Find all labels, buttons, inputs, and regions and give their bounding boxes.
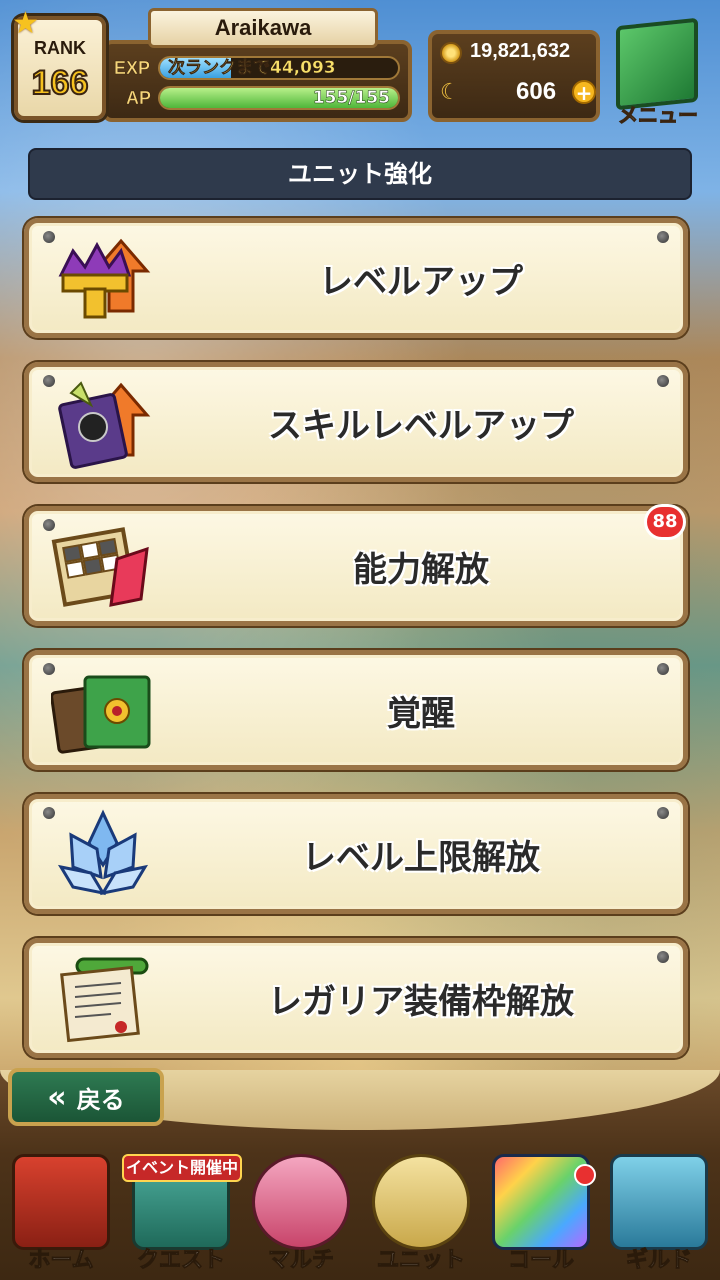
awakening-button[interactable]: 覚醒 [24, 650, 688, 770]
regalia-slot-unlock-button[interactable]: レガリア装備枠解放 [24, 938, 688, 1058]
menu-label: メニュー [618, 103, 699, 128]
home-icon [12, 1154, 110, 1250]
add-gems-plus-icon[interactable]: + [572, 80, 596, 104]
ap-text: 155/155 [312, 88, 391, 108]
awakening-book-icon [51, 675, 151, 754]
ability-unlock-button[interactable]: 能力解放 [24, 506, 688, 626]
ap-bar: 155/155 [158, 86, 400, 110]
nav-unit[interactable]: ユニット [362, 1140, 480, 1280]
nav-guild[interactable]: ギルド [600, 1140, 718, 1280]
double-chevron-left-icon: « [47, 1079, 67, 1115]
player-name: Araikawa [148, 8, 378, 48]
exp-text: 次ランクまで44,093 [168, 58, 336, 78]
page-title: ユニット強化 [28, 148, 692, 200]
back-button[interactable]: « 戻る [8, 1068, 164, 1126]
coin-icon [440, 42, 462, 64]
nav-multi-label: マルチ [267, 1248, 334, 1274]
status-header: ★ RANK 166 Araikawa EXP 次ランクまで44,093 AP … [0, 0, 720, 140]
level-cap-unlock-label: レベル上限解放 [302, 837, 540, 878]
skill-level-up-label: スキルレベルアップ [268, 405, 574, 446]
crystal-lotus-icon [57, 809, 149, 896]
nav-home[interactable]: ホーム [2, 1140, 120, 1280]
nav-quest-label: クエスト [136, 1248, 225, 1274]
nav-call-label: コール [507, 1248, 574, 1274]
rank-box: ★ RANK 166 [12, 6, 106, 120]
menu-button[interactable]: メニュー [606, 14, 710, 128]
skill-level-up-button[interactable]: スキルレベルアップ [24, 362, 688, 482]
nav-home-label: ホーム [28, 1248, 94, 1274]
regalia-slot-unlock-label: レガリア装備枠解放 [268, 981, 574, 1022]
gem-value: 606 [516, 78, 557, 105]
multi-icon [252, 1154, 350, 1250]
level-cap-unlock-button[interactable]: レベル上限解放 [24, 794, 688, 914]
guild-icon [610, 1154, 708, 1250]
star-icon: ★ [12, 6, 39, 41]
back-label: 戻る [76, 1085, 125, 1114]
notification-badge: 88 [644, 504, 686, 540]
nav-call[interactable]: コール [482, 1140, 600, 1280]
scroll-icon [60, 957, 149, 1043]
nav-guild-label: ギルド [625, 1248, 692, 1274]
crown-levelup-icon [58, 238, 151, 319]
nav-unit-label: ユニット [376, 1248, 465, 1274]
book-icon [616, 17, 698, 111]
rank-value: 166 [31, 63, 90, 103]
coin-value: 19,821,632 [470, 40, 571, 62]
ap-label: AP [126, 88, 152, 109]
skill-book-levelup-icon [58, 381, 151, 469]
call-notification-dot [574, 1164, 596, 1186]
awakening-label: 覚醒 [387, 693, 455, 734]
unit-icon [372, 1154, 470, 1250]
ability-board-icon [51, 527, 149, 607]
rank-label: RANK [34, 38, 86, 58]
event-banner: イベント開催中 [122, 1154, 242, 1182]
nav-multi[interactable]: マルチ [242, 1140, 360, 1280]
exp-label: EXP [114, 58, 151, 79]
ability-unlock-label: 能力解放 [353, 549, 489, 590]
moon-gem-icon: ☾ [440, 80, 460, 105]
level-up-label: レベルアップ [319, 261, 523, 302]
exp-bar: 次ランクまで44,093 [158, 56, 400, 80]
bottom-nav: ホーム クエスト マルチ ユニット コール ギルド [0, 1140, 720, 1280]
level-up-button[interactable]: レベルアップ [24, 218, 688, 338]
